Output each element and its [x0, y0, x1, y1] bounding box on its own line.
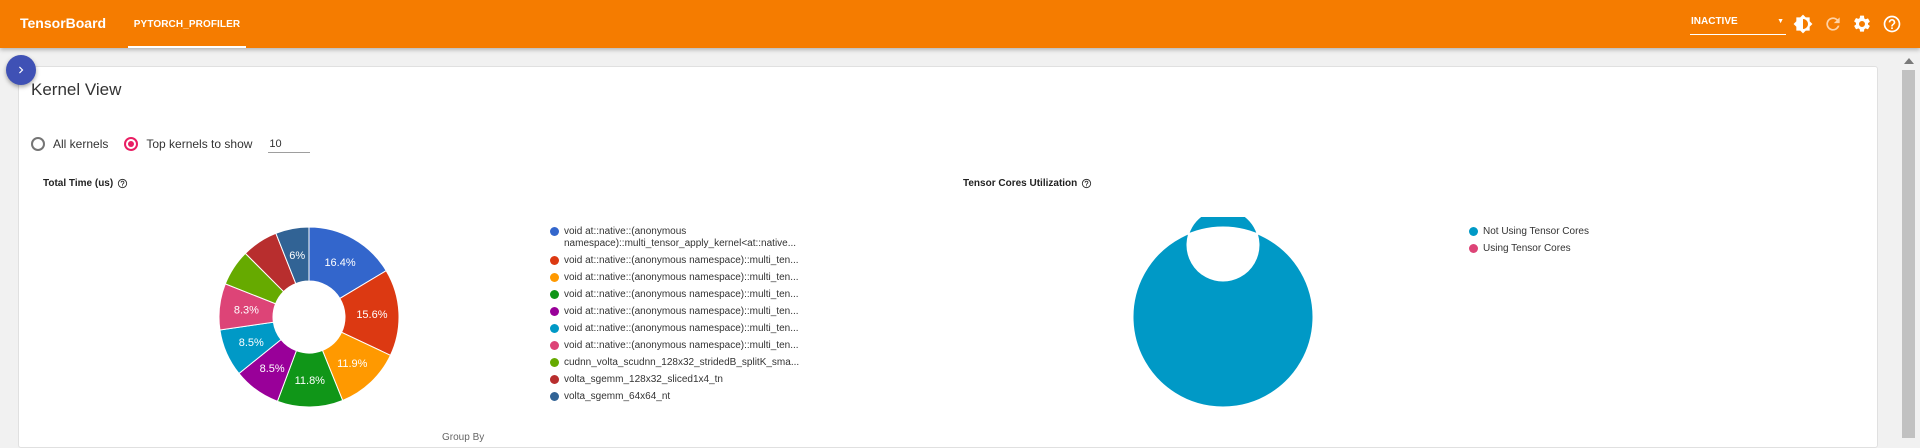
total-time-legend-item[interactable]: cudnn_volta_scudnn_128x32_stridedB_split… [550, 357, 840, 369]
radio-all-kernels[interactable] [31, 137, 45, 151]
radio-all-kernels-label[interactable]: All kernels [53, 137, 108, 151]
legend-color-swatch [550, 307, 559, 316]
total-time-legend-item[interactable]: void at::native::(anonymous namespace)::… [550, 255, 840, 267]
legend-label: Not Using Tensor Cores [1483, 226, 1589, 237]
total-time-legend-item[interactable]: void at::native::(anonymous namespace)::… [550, 306, 840, 318]
legend-color-swatch [550, 358, 559, 367]
run-status-select[interactable]: INACTIVE ▼ [1690, 12, 1786, 35]
total-time-slice-label: 16.4% [324, 257, 355, 269]
legend-color-swatch [550, 375, 559, 384]
chevron-right-icon [19, 66, 24, 74]
kernel-filter-radio-group: All kernels Top kernels to show [31, 134, 311, 154]
legend-color-swatch [550, 256, 559, 265]
legend-label: void at::native::(anonymous namespace)::… [564, 306, 799, 317]
tab-label: PYTORCH_PROFILER [133, 18, 241, 30]
tab-pytorch-profiler[interactable]: PYTORCH_PROFILER [128, 0, 246, 48]
total-time-slice-label: 15.6% [356, 309, 387, 321]
legend-label: void at::native::(anonymous namespace)::… [564, 272, 799, 283]
total-time-slice-label: 6% [289, 250, 305, 262]
settings-icon[interactable] [1852, 14, 1872, 34]
active-tab-indicator [128, 46, 246, 48]
run-status-value: INACTIVE [1691, 16, 1738, 27]
legend-label: void at::native::(anonymous namespace)::… [564, 323, 799, 334]
total-time-slice-label: 11.9% [337, 358, 368, 370]
top-app-bar: TensorBoard PYTORCH_PROFILER INACTIVE ▼ [0, 0, 1920, 48]
total-time-title-text: Total Time (us) [43, 178, 114, 189]
legend-label: void at::native::(anonymous namespace)::… [564, 255, 799, 266]
page-title: Kernel View [31, 80, 122, 99]
total-time-legend-item[interactable]: void at::native::(anonymous namespace)::… [550, 340, 840, 352]
scroll-up-arrow-icon[interactable] [1904, 58, 1914, 64]
radio-top-kernels[interactable] [124, 137, 139, 151]
legend-label: volta_sgemm_64x64_nt [564, 391, 671, 402]
refresh-icon[interactable] [1823, 14, 1843, 34]
legend-color-swatch [1469, 227, 1478, 236]
legend-label: cudnn_volta_scudnn_128x32_stridedB_split… [564, 357, 800, 368]
help-icon[interactable] [1081, 178, 1092, 189]
legend-label: void at::native::(anonymous namespace)::… [564, 289, 799, 300]
tensor-cores-legend-item[interactable]: Using Tensor Cores [1469, 243, 1669, 255]
tensor-cores-title-text: Tensor Cores Utilization [963, 178, 1078, 189]
total-time-legend-item[interactable]: void at::native::(anonymous namespace)::… [550, 226, 840, 250]
chevron-down-icon: ▼ [1777, 18, 1784, 25]
tensor-cores-slice[interactable] [1132, 217, 1314, 408]
legend-color-swatch [550, 227, 559, 236]
total-time-legend-item[interactable]: void at::native::(anonymous namespace)::… [550, 323, 840, 335]
tensor-cores-legend: Not Using Tensor Cores Using Tensor Cores [1469, 226, 1669, 260]
kernel-view-card: Kernel View All kernels Top kernels to s… [18, 66, 1878, 448]
total-time-legend-item[interactable]: void at::native::(anonymous namespace)::… [550, 289, 840, 301]
brightness-icon[interactable] [1793, 14, 1813, 34]
legend-color-swatch [550, 273, 559, 282]
tensor-cores-donut-chart [1132, 217, 1314, 408]
legend-color-swatch [550, 290, 559, 299]
top-kernels-count-input[interactable] [268, 135, 311, 153]
total-time-chart-title: Total Time (us) [43, 178, 128, 189]
total-time-slice-label: 8.3% [234, 305, 259, 317]
total-time-donut-chart: 16.4% 15.6% 11.9% 11.8% 8.5% 8.5% 8.3% 6% [218, 226, 400, 408]
total-time-slice-label: 8.5% [239, 337, 264, 349]
radio-top-kernels-label[interactable]: Top kernels to show [146, 137, 252, 151]
legend-label: Using Tensor Cores [1483, 243, 1571, 254]
legend-color-swatch [1469, 244, 1478, 253]
sidebar-toggle-button[interactable] [6, 55, 36, 85]
tensor-cores-legend-item[interactable]: Not Using Tensor Cores [1469, 226, 1669, 238]
legend-color-swatch [550, 324, 559, 333]
total-time-slice-label: 11.8% [295, 375, 326, 387]
legend-label: void at::native::(anonymous namespace)::… [564, 340, 799, 351]
tensor-cores-chart-title: Tensor Cores Utilization [963, 178, 1092, 189]
page-scrollbar[interactable] [1897, 54, 1920, 438]
help-icon[interactable] [1882, 14, 1902, 34]
help-icon[interactable] [117, 178, 128, 189]
total-time-legend-item[interactable]: volta_sgemm_64x64_nt [550, 391, 840, 403]
legend-label: void at::native::(anonymous namespace)::… [564, 226, 797, 249]
total-time-slice-label: 8.5% [260, 363, 285, 375]
scrollbar-thumb[interactable] [1902, 70, 1915, 438]
legend-color-swatch [550, 341, 559, 350]
app-title: TensorBoard [20, 15, 107, 31]
total-time-legend: void at::native::(anonymous namespace)::… [550, 226, 840, 408]
legend-label: volta_sgemm_128x32_sliced1x4_tn [564, 374, 723, 385]
legend-color-swatch [550, 392, 559, 401]
total-time-legend-item[interactable]: void at::native::(anonymous namespace)::… [550, 272, 840, 284]
total-time-legend-item[interactable]: volta_sgemm_128x32_sliced1x4_tn [550, 374, 840, 386]
